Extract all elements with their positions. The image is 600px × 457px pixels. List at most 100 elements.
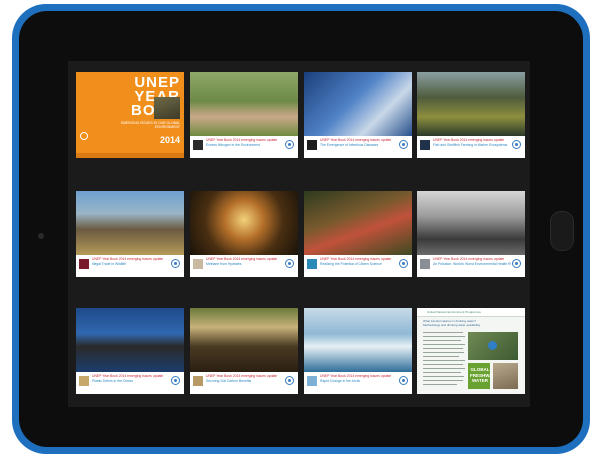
tile-topic-label: The Emergence of Infectious Diseases bbox=[320, 143, 379, 147]
caption-color-square bbox=[307, 259, 317, 269]
unep-logo-icon bbox=[171, 376, 180, 385]
tile-air-pollution[interactable]: UNEP Year Book 2014 emerging issues upda… bbox=[417, 191, 525, 277]
tile-caption: UNEP Year Book 2014 emerging issues upda… bbox=[417, 255, 525, 277]
document-badge: GLOBAL FRESHWATER WATER bbox=[468, 363, 501, 389]
caption-color-square bbox=[79, 376, 89, 386]
tile-series-label: UNEP Year Book 2014 emerging issues upda… bbox=[433, 138, 505, 142]
cover-footer-strip bbox=[76, 153, 184, 158]
tile-caption: UNEP Year Book 2014 emerging issues upda… bbox=[190, 372, 298, 394]
tile-series-label: UNEP Year Book 2014 emerging issues upda… bbox=[206, 138, 278, 142]
unep-logo-icon bbox=[285, 259, 294, 268]
badge-line: GLOBAL bbox=[470, 367, 490, 372]
home-button[interactable] bbox=[550, 211, 574, 251]
tile-photo bbox=[417, 191, 525, 255]
tile-photo bbox=[76, 308, 184, 372]
unep-logo-icon bbox=[399, 140, 408, 149]
cover-year: 2014 bbox=[159, 135, 180, 145]
caption-color-square bbox=[193, 259, 203, 269]
tile-caption: UNEP Year Book 2014 emerging issues upda… bbox=[190, 255, 298, 277]
tile-topic-label: Methane from Hydrates bbox=[206, 262, 242, 266]
tile-series-label: UNEP Year Book 2014 emerging issues upda… bbox=[92, 374, 164, 378]
text-line bbox=[423, 340, 461, 341]
tile-topic-label: Excess Nitrogen in the Environment bbox=[206, 143, 260, 147]
tile-series-label: UNEP Year Book 2014 emerging issues upda… bbox=[433, 257, 505, 261]
tile-series-label: UNEP Year Book 2014 emerging issues upda… bbox=[206, 257, 278, 261]
tile-citizen-science[interactable]: UNEP Year Book 2014 emerging issues upda… bbox=[304, 191, 412, 277]
text-line bbox=[423, 384, 457, 385]
cover-animal-photo bbox=[154, 97, 180, 119]
tile-series-label: UNEP Year Book 2014 emerging issues upda… bbox=[320, 374, 392, 378]
tile-topic-label: Securing Soil Carbon Benefits bbox=[206, 379, 252, 383]
tile-excess-nitrogen[interactable]: UNEP Year Book 2014 emerging issues upda… bbox=[190, 72, 298, 158]
tile-illegal-wildlife-trade[interactable]: UNEP Year Book 2014 emerging issues upda… bbox=[76, 191, 184, 277]
tile-photo bbox=[417, 72, 525, 136]
tile-caption: UNEP Year Book 2014 emerging issues upda… bbox=[304, 255, 412, 277]
unep-logo-icon bbox=[285, 376, 294, 385]
tile-arctic-change[interactable]: UNEP Year Book 2014 emerging issues upda… bbox=[304, 308, 412, 394]
text-line bbox=[423, 360, 465, 361]
tile-caption: UNEP Year Book 2014 emerging issues upda… bbox=[76, 372, 184, 394]
text-line bbox=[423, 376, 464, 377]
tile-series-label: UNEP Year Book 2014 emerging issues upda… bbox=[206, 374, 278, 378]
document-badge-text: GLOBAL FRESHWATER WATER bbox=[470, 367, 501, 384]
tile-series-label: UNEP Year Book 2014 emerging issues upda… bbox=[92, 257, 164, 261]
unep-logo-icon bbox=[399, 376, 408, 385]
tile-photo bbox=[304, 191, 412, 255]
tile-caption: UNEP Year Book 2014 emerging issues upda… bbox=[76, 255, 184, 277]
unep-logo-icon bbox=[171, 259, 180, 268]
caption-color-square bbox=[307, 140, 317, 150]
text-line bbox=[423, 352, 464, 353]
tile-topic-label: Plastic Debris in the Ocean bbox=[92, 379, 133, 383]
tile-series-label: UNEP Year Book 2014 emerging issues upda… bbox=[320, 257, 392, 261]
unep-logo-icon bbox=[399, 259, 408, 268]
text-line bbox=[423, 332, 463, 333]
tile-methane-hydrates[interactable]: UNEP Year Book 2014 emerging issues upda… bbox=[190, 191, 298, 277]
document-header: United Nations Environment Programme bbox=[417, 308, 525, 317]
text-line bbox=[423, 348, 463, 349]
caption-color-square bbox=[307, 376, 317, 386]
text-line bbox=[423, 368, 465, 369]
tile-topic-label: Air Pollution: World's Worst Environment… bbox=[433, 262, 511, 266]
tile-photo bbox=[304, 72, 412, 136]
document-photo-small bbox=[493, 363, 518, 389]
tile-caption: UNEP Year Book 2014 emerging issues upda… bbox=[304, 136, 412, 158]
caption-color-square bbox=[79, 259, 89, 269]
unep-logo-icon bbox=[512, 140, 521, 149]
tile-topic-label: Realizing the Potential of Citizen Scien… bbox=[320, 262, 382, 266]
tile-caption: UNEP Year Book 2014 emerging issues upda… bbox=[190, 136, 298, 158]
tile-document-page[interactable]: United Nations Environment Programme Wha… bbox=[417, 308, 525, 394]
tile-topic-label: Fish and Shellfish Farming in Marine Eco… bbox=[433, 143, 508, 147]
camera-icon bbox=[38, 233, 44, 239]
tablet-screen: UNEP YEAR BOOK EMERGING ISSUES IN OUR GL… bbox=[68, 61, 530, 407]
document-title: What transformations in drinking water? … bbox=[423, 319, 481, 327]
caption-color-square bbox=[420, 140, 430, 150]
document-photo bbox=[468, 332, 518, 360]
text-line bbox=[423, 372, 461, 373]
tile-photo bbox=[76, 191, 184, 255]
text-line bbox=[423, 356, 459, 357]
tile-infectious-diseases[interactable]: UNEP Year Book 2014 emerging issues upda… bbox=[304, 72, 412, 158]
document-header-text: United Nations Environment Programme bbox=[427, 310, 481, 314]
badge-line: WATER bbox=[472, 378, 488, 383]
tile-fish-shellfish-farming[interactable]: UNEP Year Book 2014 emerging issues upda… bbox=[417, 72, 525, 158]
text-line bbox=[423, 380, 463, 381]
tile-caption: UNEP Year Book 2014 emerging issues upda… bbox=[304, 372, 412, 394]
tile-plastic-debris[interactable]: UNEP Year Book 2014 emerging issues upda… bbox=[76, 308, 184, 394]
text-line bbox=[423, 344, 465, 345]
tile-photo bbox=[190, 72, 298, 136]
tile-topic-label: Illegal Trade in Wildlife bbox=[92, 262, 126, 266]
unep-logo-icon bbox=[80, 132, 88, 140]
tile-photo bbox=[190, 191, 298, 255]
tile-caption: UNEP Year Book 2014 emerging issues upda… bbox=[417, 136, 525, 158]
cover-tile-unep-year-book-2014[interactable]: UNEP YEAR BOOK EMERGING ISSUES IN OUR GL… bbox=[76, 72, 184, 158]
tile-photo bbox=[190, 308, 298, 372]
tile-series-label: UNEP Year Book 2014 emerging issues upda… bbox=[320, 138, 392, 142]
text-line bbox=[423, 336, 465, 337]
tile-topic-label: Rapid Change in the Arctic bbox=[320, 379, 361, 383]
tile-soil-carbon[interactable]: UNEP Year Book 2014 emerging issues upda… bbox=[190, 308, 298, 394]
text-line bbox=[423, 364, 463, 365]
unep-logo-icon bbox=[512, 259, 521, 268]
tile-photo bbox=[304, 308, 412, 372]
caption-color-square bbox=[193, 376, 203, 386]
unep-logo-icon bbox=[285, 140, 294, 149]
